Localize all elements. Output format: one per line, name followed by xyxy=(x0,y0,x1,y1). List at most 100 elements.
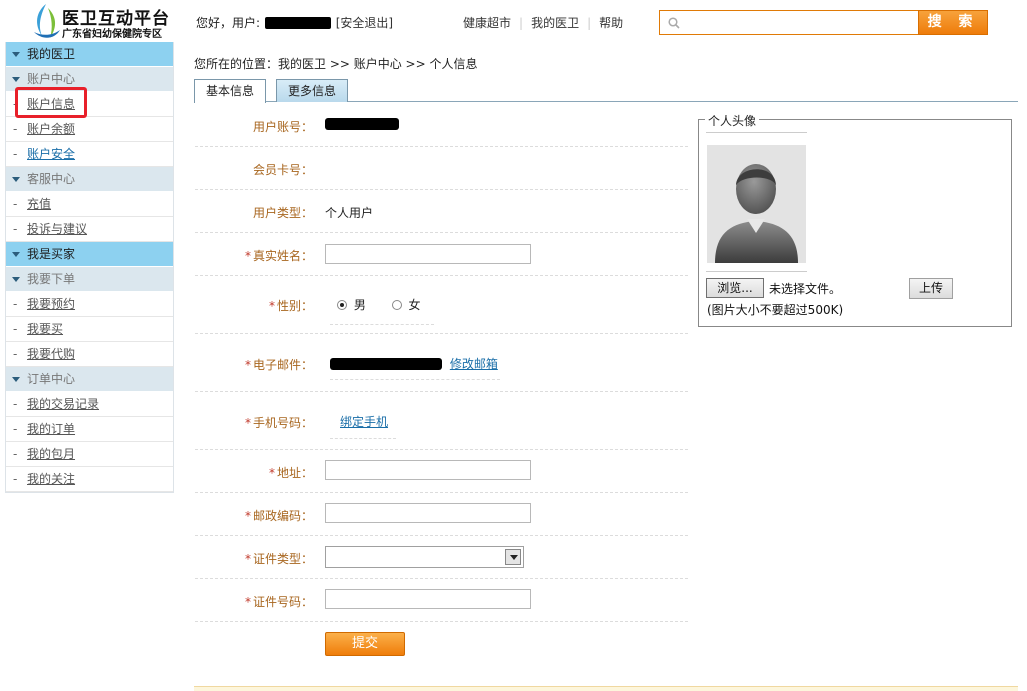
bullet-dash-icon: - xyxy=(13,222,18,236)
user-greeting: 您好，用户: [安全退出] xyxy=(196,14,393,31)
avatar-legend: 个人头像 xyxy=(705,112,760,129)
browse-button[interactable]: 浏览... xyxy=(706,278,764,298)
sidebar-item[interactable]: - 账户安全 xyxy=(6,142,173,167)
sidebar-item[interactable]: - 账户余额 xyxy=(6,117,173,142)
edit-email-link[interactable]: 修改邮箱 xyxy=(450,357,498,371)
gender-male-label: 男 xyxy=(353,298,366,312)
sidebar-label: 客服中心 xyxy=(27,172,76,186)
default-user-avatar-icon xyxy=(715,164,798,263)
tab-more-info[interactable]: 更多信息 xyxy=(276,79,349,102)
bottom-notice-bar xyxy=(194,686,1018,691)
sidebar-item-link[interactable]: 我的关注 xyxy=(27,472,75,486)
bullet-dash-icon: - xyxy=(13,422,18,436)
gender-label: * 性别： xyxy=(268,299,313,313)
bullet-dash-icon: - xyxy=(13,447,18,461)
sidebar-item-link[interactable]: 账户余额 xyxy=(27,122,75,136)
sidebar-label: 订单中心 xyxy=(27,372,76,386)
sidebar-item[interactable]: - 我要买 xyxy=(6,317,173,342)
row-account: 用户账号： xyxy=(195,104,688,147)
bullet-dash-icon: - xyxy=(13,322,18,336)
sidebar-item-link[interactable]: 投诉与建议 xyxy=(27,222,87,236)
sidebar-subsection-header[interactable]: 客服中心 xyxy=(6,167,173,192)
row-gender: * 性别： 男 女 xyxy=(195,276,688,334)
sidebar-item[interactable]: - 我要预约 xyxy=(6,292,173,317)
sidebar-item[interactable]: - 我的交易记录 xyxy=(6,392,173,417)
row-phone: * 手机号码： 绑定手机 xyxy=(195,392,688,450)
gender-male-radio[interactable] xyxy=(337,300,347,310)
row-id-number: * 证件号码： xyxy=(195,579,688,622)
sidebar-item-link[interactable]: 我的订单 xyxy=(27,422,75,436)
sidebar-item[interactable]: - 我的包月 xyxy=(6,442,173,467)
upload-button[interactable]: 上传 xyxy=(909,278,953,299)
platform-logo-icon xyxy=(34,4,60,38)
chevron-down-icon[interactable] xyxy=(505,549,521,565)
sidebar-item[interactable]: - 我的关注 xyxy=(6,467,173,492)
row-submit xyxy=(195,622,688,687)
phone-label: * 手机号码： xyxy=(244,416,313,430)
tab-bar: 基本信息 更多信息 xyxy=(194,79,1018,103)
postcode-input[interactable] xyxy=(325,503,531,523)
sidebar-subsection-header[interactable]: 订单中心 xyxy=(6,367,173,392)
row-user-type: 用户类型： 个人用户 xyxy=(195,190,688,233)
caret-down-icon xyxy=(12,252,20,257)
logo-subtitle: 广东省妇幼保健院专区 xyxy=(62,29,162,40)
bullet-dash-icon: - xyxy=(13,347,18,361)
address-label: * 地址： xyxy=(268,466,313,480)
row-card: 会员卡号： xyxy=(195,147,688,190)
sidebar-subsection-header[interactable]: 我要下单 xyxy=(6,267,173,292)
id-number-label: * 证件号码： xyxy=(244,595,313,609)
no-file-text: 未选择文件。 xyxy=(769,282,842,296)
sidebar-item[interactable]: - 充值 xyxy=(6,192,173,217)
redacted-email xyxy=(330,358,442,370)
address-input[interactable] xyxy=(325,460,531,480)
sidebar-item[interactable]: - 投诉与建议 xyxy=(6,217,173,242)
sidebar-item-link[interactable]: 我要预约 xyxy=(27,297,75,311)
breadcrumb: 您所在的位置：我的医卫 >> 账户中心 >> 个人信息 xyxy=(194,57,478,71)
realname-input[interactable] xyxy=(325,244,531,264)
sidebar-item-link[interactable]: 我的交易记录 xyxy=(27,397,99,411)
nav-my-yiwei[interactable]: 我的医卫 xyxy=(531,16,579,30)
bullet-dash-icon: - xyxy=(13,297,18,311)
sidebar-item[interactable]: - 我要代购 xyxy=(6,342,173,367)
card-label: 会员卡号： xyxy=(252,163,313,177)
top-nav: 健康超市 | 我的医卫 | 帮助 xyxy=(463,16,624,30)
id-type-select[interactable] xyxy=(325,546,524,568)
bind-phone-link[interactable]: 绑定手机 xyxy=(340,415,388,429)
phone-value: 绑定手机 xyxy=(340,413,388,430)
redacted-username xyxy=(264,17,331,29)
tab-basic-info[interactable]: 基本信息 xyxy=(194,79,267,103)
sidebar-section-header[interactable]: 我的医卫 xyxy=(6,42,173,67)
search-input[interactable] xyxy=(686,13,912,32)
caret-down-icon xyxy=(12,377,20,382)
account-value xyxy=(325,118,399,133)
search-button[interactable]: 搜 索 xyxy=(918,10,988,35)
row-id-type: * 证件类型： xyxy=(195,536,688,579)
sidebar-item-link[interactable]: 我的包月 xyxy=(27,447,75,461)
sidebar-item[interactable]: - 我的订单 xyxy=(6,417,173,442)
postcode-label: * 邮政编码： xyxy=(244,509,313,523)
bullet-dash-icon: - xyxy=(13,472,18,486)
size-hint: (图片大小不要超过500K) xyxy=(707,303,844,317)
sidebar-item-link[interactable]: 账户安全 xyxy=(27,147,75,161)
caret-down-icon xyxy=(12,277,20,282)
email-value: 修改邮箱 xyxy=(330,355,498,372)
submit-button[interactable]: 提交 xyxy=(325,632,405,656)
nav-health-market[interactable]: 健康超市 xyxy=(463,16,511,30)
sidebar-label: 我是买家 xyxy=(27,247,76,261)
header: 医卫互动平台 广东省妇幼保健院专区 您好，用户: [安全退出] 健康超市 | 我的医… xyxy=(0,0,1027,42)
id-number-input[interactable] xyxy=(325,589,531,609)
highlight-box xyxy=(15,87,87,118)
realname-label: * 真实姓名： xyxy=(244,249,313,263)
bullet-dash-icon: - xyxy=(13,122,18,136)
sidebar-label: 账户中心 xyxy=(27,72,76,86)
profile-form: 用户账号： 会员卡号： 用户类型： 个人用户 * 真实姓名： * 性别： 男 女 *… xyxy=(195,104,688,687)
sidebar-item-link[interactable]: 充值 xyxy=(27,197,51,211)
nav-help[interactable]: 帮助 xyxy=(599,16,623,30)
sidebar-item-link[interactable]: 我要代购 xyxy=(27,347,75,361)
sidebar-item-link[interactable]: 我要买 xyxy=(27,322,63,336)
gender-female-radio[interactable] xyxy=(391,300,402,310)
logout-link[interactable]: [安全退出] xyxy=(336,16,393,30)
caret-down-icon xyxy=(12,52,20,57)
email-label: * 电子邮件： xyxy=(244,358,313,372)
sidebar-section-header[interactable]: 我是买家 xyxy=(6,242,173,267)
